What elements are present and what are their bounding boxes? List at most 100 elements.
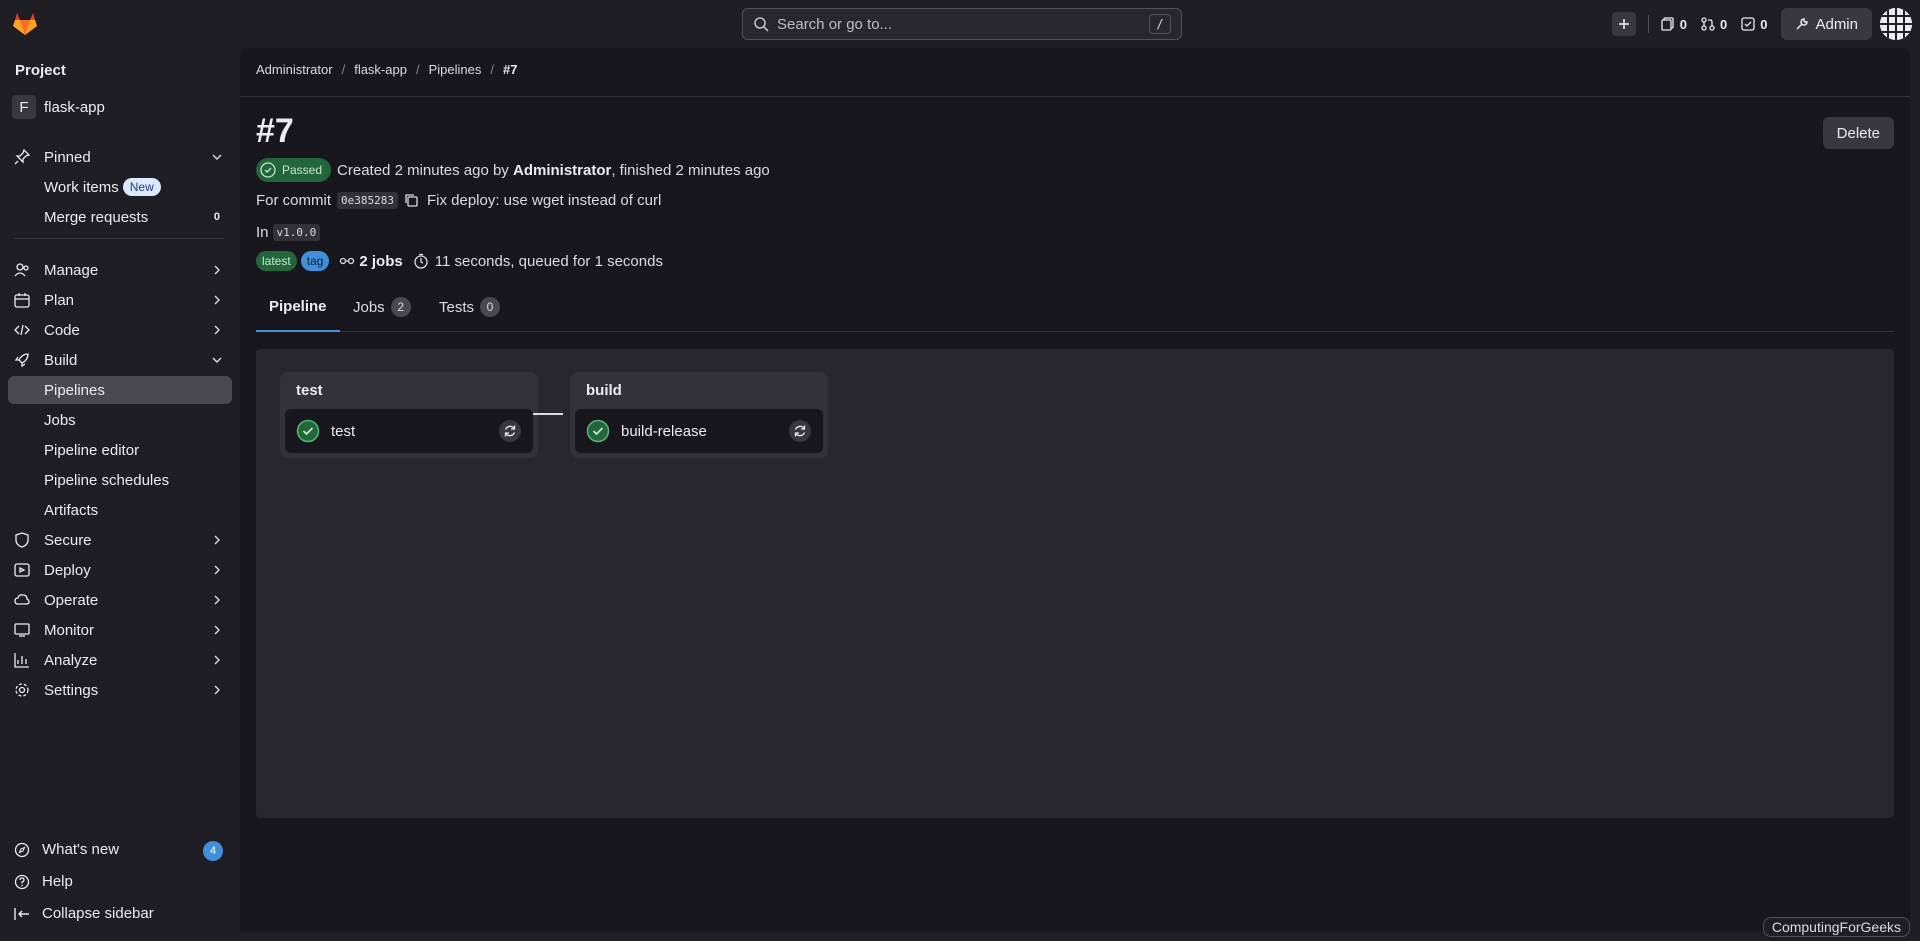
whats-new-button[interactable]: What's new	[14, 841, 119, 858]
sidebar-item-jobs[interactable]: Jobs	[8, 406, 232, 434]
retry-icon	[504, 425, 516, 437]
users-icon	[14, 263, 29, 277]
admin-button[interactable]: Admin	[1781, 8, 1872, 40]
breadcrumb-separator: /	[341, 62, 346, 77]
stage-connector	[533, 413, 563, 415]
tab-tests[interactable]: Tests 0	[426, 282, 513, 332]
stage-column: build build-release	[570, 372, 828, 458]
sidebar-item-pipeline-editor[interactable]: Pipeline editor	[8, 436, 232, 464]
sidebar-item-label: Pipelines	[44, 381, 105, 399]
admin-label: Admin	[1815, 15, 1858, 33]
chevron-right-icon	[214, 295, 220, 305]
sidebar-item-work-items[interactable]: Work items New	[8, 173, 232, 201]
sidebar-item-label: Merge requests	[44, 208, 149, 226]
breadcrumb-item[interactable]: Pipelines	[429, 62, 482, 77]
chevron-right-icon	[214, 595, 220, 605]
chart-icon	[14, 653, 29, 668]
sidebar-item-artifacts[interactable]: Artifacts	[8, 496, 232, 524]
stage-column: test test	[280, 372, 538, 458]
breadcrumb-item[interactable]: Administrator	[256, 62, 333, 77]
copy-icon[interactable]	[404, 193, 418, 207]
tab-pipeline[interactable]: Pipeline	[256, 282, 340, 332]
commit-row: For commit 0e385283 Fix deploy: use wget…	[256, 190, 661, 210]
sidebar-item-pinned[interactable]: Pinned	[8, 143, 232, 171]
stage-name: build	[586, 382, 622, 399]
wrench-icon	[1796, 18, 1809, 30]
create-new-button[interactable]	[1611, 12, 1636, 36]
project-link[interactable]: F flask-app	[12, 95, 105, 119]
sidebar-item-settings[interactable]: Settings	[8, 676, 232, 704]
status-label: Passed	[282, 163, 323, 177]
stage-name: test	[296, 382, 323, 399]
tab-label: Tests	[439, 298, 475, 316]
deployments-icon	[14, 563, 30, 577]
todos-counter[interactable]: 0	[1741, 17, 1767, 32]
question-icon	[14, 874, 30, 889]
delete-button[interactable]: Delete	[1822, 117, 1894, 149]
collapse-sidebar-label: Collapse sidebar	[42, 905, 154, 922]
search-input[interactable]: Search or go to... /	[742, 8, 1182, 40]
chevron-right-icon	[214, 535, 220, 545]
status-success-icon	[296, 419, 320, 443]
sidebar-item-monitor[interactable]: Monitor	[8, 616, 232, 644]
sidebar-item-label: Artifacts	[44, 501, 99, 519]
issues-counter[interactable]: 0	[1661, 17, 1687, 32]
divider	[240, 96, 1910, 97]
sidebar-item-operate[interactable]: Operate	[8, 586, 232, 614]
main-content: Administrator / flask-app / Pipelines / …	[240, 48, 1910, 932]
pipeline-graph: test test build build-release	[256, 349, 1894, 818]
breadcrumb-item[interactable]: flask-app	[354, 62, 407, 77]
divider	[1647, 15, 1649, 33]
sidebar-item-label: Pipeline schedules	[44, 471, 170, 489]
sidebar-item-build[interactable]: Build	[8, 346, 232, 374]
commit-message-link[interactable]: Fix deploy: use wget instead of curl	[427, 192, 661, 209]
breadcrumb-current[interactable]: #7	[503, 62, 517, 77]
compass-icon	[14, 842, 30, 857]
sidebar-item-label: Settings	[44, 681, 99, 699]
sidebar-item-label: Jobs	[44, 411, 76, 429]
chevron-down-icon	[212, 357, 222, 363]
sidebar-item-deploy[interactable]: Deploy	[8, 556, 232, 584]
sidebar: Project F flask-app Pinned Work items Ne…	[0, 48, 240, 941]
sidebar-item-pipelines[interactable]: Pipelines	[8, 376, 232, 404]
pipeline-tabs: Pipeline Jobs 2 Tests 0	[256, 282, 1894, 332]
ref-link[interactable]: v1.0.0	[272, 223, 321, 241]
created-text: Created 2 minutes ago by	[337, 161, 509, 179]
top-bar: Search or go to... / 0 0 0 Admin	[0, 0, 1920, 48]
collapse-sidebar-button[interactable]: Collapse sidebar	[14, 905, 154, 922]
sidebar-item-label: Code	[44, 321, 80, 339]
sidebar-item-plan[interactable]: Plan	[8, 286, 232, 314]
chevron-right-icon	[214, 625, 220, 635]
sidebar-item-analyze[interactable]: Analyze	[8, 646, 232, 674]
calendar-icon	[14, 293, 30, 308]
commit-sha-link[interactable]: 0e385283	[337, 191, 398, 209]
chevron-right-icon	[214, 655, 220, 665]
tag-badge: tag	[300, 251, 330, 271]
user-avatar[interactable]	[1880, 8, 1912, 40]
page-title: #7	[256, 112, 294, 150]
whats-new-label: What's new	[42, 841, 120, 858]
sidebar-item-secure[interactable]: Secure	[8, 526, 232, 554]
sidebar-item-manage[interactable]: Manage	[8, 256, 232, 284]
tab-jobs[interactable]: Jobs 2	[340, 282, 424, 332]
ref-row: In v1.0.0	[256, 222, 326, 242]
job-item[interactable]: test	[285, 409, 533, 453]
help-button[interactable]: Help	[14, 873, 73, 890]
gitlab-logo-icon[interactable]	[12, 12, 38, 36]
retry-button[interactable]	[499, 420, 521, 442]
sidebar-item-pipeline-schedules[interactable]: Pipeline schedules	[8, 466, 232, 494]
settings-icon	[15, 683, 29, 697]
sidebar-item-label: Manage	[44, 261, 99, 279]
chevron-right-icon	[214, 265, 220, 275]
timer-icon	[414, 253, 428, 269]
retry-button[interactable]	[789, 420, 811, 442]
tests-count-badge: 0	[480, 297, 501, 317]
author-link[interactable]: Administrator	[513, 162, 611, 179]
sidebar-item-code[interactable]: Code	[8, 316, 232, 344]
merge-requests-counter[interactable]: 0	[1701, 17, 1727, 32]
status-badge[interactable]: Passed	[256, 158, 332, 182]
sidebar-item-merge-requests[interactable]: Merge requests 0	[8, 203, 232, 231]
job-item[interactable]: build-release	[575, 409, 823, 453]
retry-icon	[794, 425, 806, 437]
jobs-count-badge: 2	[390, 297, 411, 317]
